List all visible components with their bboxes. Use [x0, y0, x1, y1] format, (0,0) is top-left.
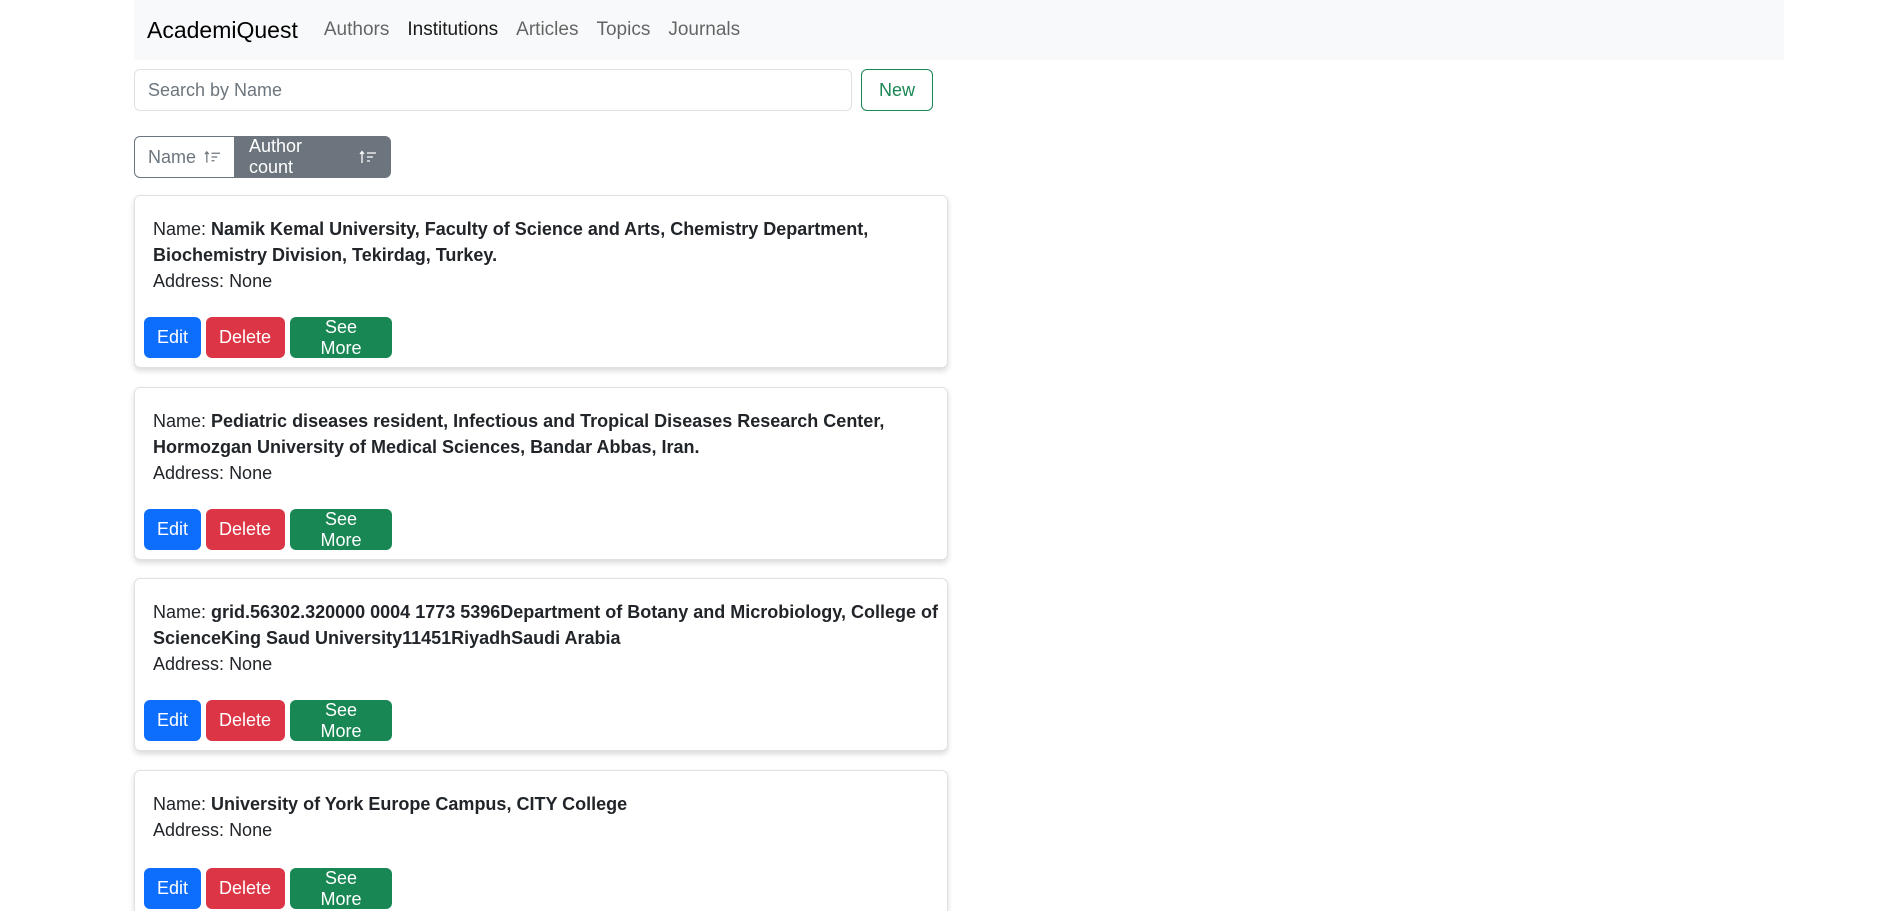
search-input[interactable] [134, 69, 852, 111]
name-label: Name: [153, 411, 207, 431]
sort-button-group: Name Author count [134, 136, 391, 178]
institution-name: Name: grid.56302.320000 0004 1773 5396De… [153, 599, 943, 651]
name-value-line1: grid.56302.320000 0004 1773 5396Departme… [211, 602, 938, 622]
address-value: None [229, 654, 273, 674]
institution-address: Address: None [153, 268, 943, 294]
edit-button[interactable]: Edit [144, 317, 201, 358]
delete-button[interactable]: Delete [206, 509, 285, 550]
name-value-line1: Namik Kemal University, Faculty of Scien… [211, 219, 869, 239]
name-label: Name: [153, 219, 207, 239]
address-label: Address: [153, 654, 225, 674]
delete-button[interactable]: Delete [206, 700, 285, 741]
edit-button[interactable]: Edit [144, 868, 201, 909]
address-label: Address: [153, 820, 225, 840]
see-more-button[interactable]: See More [290, 700, 392, 741]
name-value-line2: ScienceKing Saud University11451RiyadhSa… [153, 628, 621, 648]
institution-name: Name: University of York Europe Campus, … [153, 791, 943, 817]
edit-button[interactable]: Edit [144, 700, 201, 741]
name-value-line1: University of York Europe Campus, CITY C… [211, 794, 628, 814]
edit-button[interactable]: Edit [144, 509, 201, 550]
sort-ascending-icon [359, 150, 377, 163]
name-value-line1: Pediatric diseases resident, Infectious … [211, 411, 885, 431]
name-value-line2: Biochemistry Division, Tekirdag, Turkey. [153, 245, 498, 265]
address-value: None [229, 271, 273, 291]
address-value: None [229, 820, 273, 840]
institution-card: Name: Pediatric diseases resident, Infec… [134, 387, 948, 560]
institution-name: Name: Namik Kemal University, Faculty of… [153, 216, 943, 268]
see-more-button[interactable]: See More [290, 509, 392, 550]
sort-ascending-icon [204, 150, 221, 163]
nav-link-authors[interactable]: Authors [324, 19, 389, 41]
see-more-button[interactable]: See More [290, 317, 392, 358]
sort-by-author-count-label: Author count [249, 136, 303, 177]
institution-address: Address: None [153, 817, 943, 843]
address-value: None [229, 463, 273, 483]
sort-by-author-count-button[interactable]: Author count [235, 136, 391, 178]
see-more-button[interactable]: See More [290, 868, 392, 909]
address-label: Address: [153, 271, 225, 291]
name-value-line2: Hormozgan University of Medical Sciences… [153, 437, 700, 457]
institution-card: Name: University of York Europe Campus, … [134, 770, 948, 911]
nav-link-topics[interactable]: Topics [596, 19, 650, 41]
brand-logo[interactable]: AcademiQuest [147, 17, 298, 44]
new-button[interactable]: New [861, 69, 933, 111]
institution-address: Address: None [153, 651, 943, 677]
institution-card: Name: Namik Kemal University, Faculty of… [134, 195, 948, 368]
delete-button[interactable]: Delete [206, 317, 285, 358]
institution-address: Address: None [153, 460, 943, 486]
sort-by-name-label: Name [148, 146, 197, 167]
sort-by-name-button[interactable]: Name [134, 136, 235, 178]
nav-link-journals[interactable]: Journals [668, 19, 740, 41]
delete-button[interactable]: Delete [206, 868, 285, 909]
nav-link-institutions[interactable]: Institutions [407, 19, 498, 41]
name-label: Name: [153, 794, 207, 814]
name-label: Name: [153, 602, 207, 622]
institution-name: Name: Pediatric diseases resident, Infec… [153, 408, 943, 460]
institution-card: Name: grid.56302.320000 0004 1773 5396De… [134, 578, 948, 751]
navbar: AcademiQuest Authors Institutions Articl… [134, 0, 1784, 60]
nav-link-articles[interactable]: Articles [516, 19, 578, 41]
address-label: Address: [153, 463, 225, 483]
